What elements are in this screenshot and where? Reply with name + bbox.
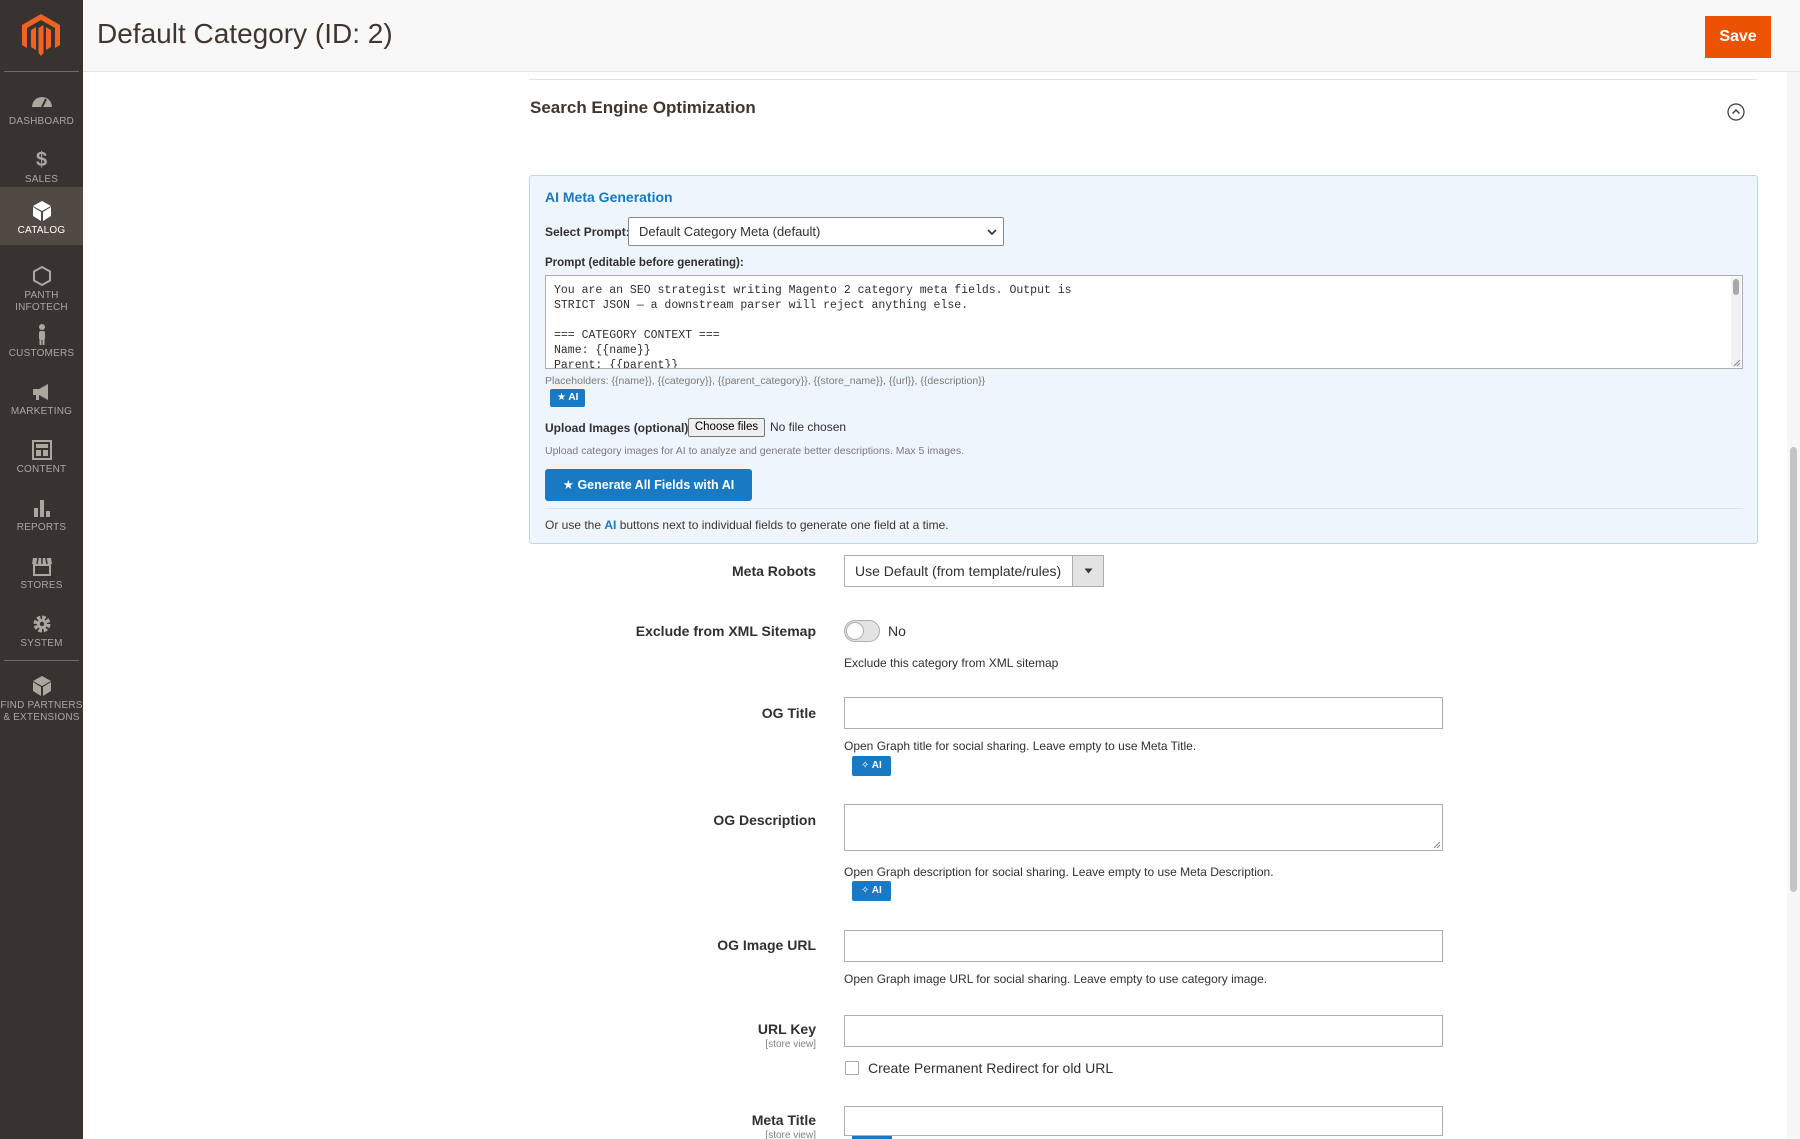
url-key-input[interactable] — [844, 1015, 1443, 1047]
sidebar-item-catalog[interactable]: CATALOG — [0, 187, 83, 245]
ai-panel-title: AI Meta Generation — [545, 189, 673, 205]
og-description-ai-button[interactable]: ✧ AI — [852, 881, 891, 901]
prompt-scrollbar[interactable] — [1731, 277, 1741, 367]
prompt-text: You are an SEO strategist writing Magent… — [554, 284, 1072, 369]
sidebar-item-label: CONTENT — [16, 464, 67, 475]
sidebar-item-system[interactable]: SYSTEM — [0, 600, 83, 656]
meta-robots-select[interactable]: Use Default (from template/rules) — [844, 555, 1104, 587]
collapse-chevron-icon[interactable] — [1727, 103, 1745, 121]
section-title[interactable]: Search Engine Optimization — [530, 98, 756, 118]
resize-grip-icon[interactable] — [1732, 358, 1741, 367]
no-file-text: No file chosen — [770, 420, 847, 434]
chevron-down-icon — [987, 229, 997, 236]
magento-logo-icon[interactable] — [22, 14, 60, 56]
og-image-url-input[interactable] — [844, 930, 1443, 962]
sidebar-item-marketing[interactable]: MARKETING — [0, 368, 83, 424]
resize-grip-icon[interactable] — [1432, 840, 1441, 849]
save-button[interactable]: Save — [1705, 16, 1771, 58]
exclude-sitemap-toggle[interactable] — [844, 620, 880, 642]
cube-icon — [32, 676, 51, 696]
person-icon — [38, 324, 45, 345]
og-title-input[interactable] — [844, 697, 1443, 729]
or-use-text: Or use the — [545, 518, 605, 532]
meta-robots-value: Use Default (from template/rules) — [855, 563, 1062, 579]
ai-meta-generation-panel: AI Meta Generation Select Prompt: Defaul… — [529, 175, 1758, 544]
sidebar-item-customers[interactable]: CUSTOMERS — [0, 310, 83, 366]
sidebar-divider — [4, 71, 79, 72]
og-title-note: Open Graph title for social sharing. Lea… — [844, 739, 1197, 753]
meta-robots-label: Meta Robots — [732, 563, 816, 579]
select-arrow[interactable] — [1072, 556, 1103, 586]
meta-title-input[interactable] — [844, 1106, 1443, 1136]
og-title-label: OG Title — [761, 705, 816, 721]
toggle-knob — [846, 622, 864, 640]
page-scrollbar[interactable] — [1787, 72, 1800, 1139]
choose-files-button[interactable]: Choose files — [688, 418, 765, 437]
or-use-text-end: buttons next to individual fields to gen… — [616, 518, 949, 532]
prompt-scrollbar-thumb[interactable] — [1733, 279, 1739, 295]
sidebar-item-find-partners[interactable]: FIND PARTNERS & EXTENSIONS — [0, 662, 83, 726]
og-description-note: Open Graph description for social sharin… — [844, 865, 1274, 879]
generate-all-button[interactable]: ★ Generate All Fields with AI — [545, 469, 752, 501]
page-header: Default Category (ID: 2) Save — [83, 0, 1800, 72]
box-icon — [32, 201, 51, 221]
prompt-ai-button[interactable]: ★ AI — [550, 389, 586, 407]
scrollbar-thumb[interactable] — [1790, 447, 1797, 892]
sidebar-item-label: REPORTS — [16, 522, 67, 533]
hexagon-icon — [32, 265, 51, 287]
prompt-select-value: Default Category Meta (default) — [639, 224, 821, 239]
url-key-label: URL Key — [757, 1021, 816, 1037]
permanent-redirect-label[interactable]: Create Permanent Redirect for old URL — [868, 1060, 1113, 1076]
sidebar-item-stores[interactable]: STORES — [0, 542, 83, 598]
url-key-scope: [store view] — [765, 1039, 816, 1050]
sidebar-item-label: SYSTEM — [20, 638, 63, 649]
sidebar-item-label: CUSTOMERS — [8, 348, 75, 359]
megaphone-icon — [32, 384, 48, 400]
meta-title-label: Meta Title — [751, 1112, 816, 1128]
panel-divider — [545, 508, 1743, 509]
dashboard-icon — [31, 97, 52, 108]
gear-icon — [33, 615, 50, 633]
sidebar-item-label: FIND PARTNERS & EXTENSIONS — [0, 700, 83, 723]
sidebar-item-label: MARKETING — [10, 406, 73, 417]
sidebar-item-label: CATALOG — [17, 225, 66, 236]
caret-down-icon — [1084, 568, 1093, 574]
section-divider — [529, 79, 1757, 80]
sidebar-item-dashboard[interactable]: DASHBOARD — [0, 78, 83, 134]
og-description-textarea[interactable] — [844, 804, 1443, 851]
store-icon — [31, 557, 52, 576]
upload-images-label: Upload Images (optional): — [545, 421, 693, 435]
exclude-sitemap-label: Exclude from XML Sitemap — [635, 623, 816, 639]
prompt-select[interactable]: Default Category Meta (default) — [628, 217, 1004, 246]
select-prompt-label: Select Prompt: — [545, 225, 630, 239]
permanent-redirect-checkbox[interactable] — [845, 1061, 859, 1075]
admin-sidebar: DASHBOARD $ SALES CATALOG PANTH INFOTECH… — [0, 0, 83, 1139]
sidebar-item-sales[interactable]: $ SALES — [0, 136, 83, 192]
meta-title-scope: [store view] — [765, 1130, 816, 1139]
toggle-state-text: No — [888, 623, 906, 639]
page-title: Default Category (ID: 2) — [97, 18, 393, 49]
prompt-textarea[interactable]: You are an SEO strategist writing Magent… — [545, 275, 1743, 369]
sidebar-item-label: DASHBOARD — [8, 116, 75, 127]
og-title-ai-button[interactable]: ✧ AI — [852, 756, 891, 776]
og-image-url-label: OG Image URL — [717, 937, 816, 953]
upload-hint: Upload category images for AI to analyze… — [545, 445, 965, 457]
layout-icon — [31, 440, 52, 460]
sidebar-divider — [4, 660, 79, 661]
or-use-ai-text: AI — [604, 518, 617, 532]
sidebar-item-label: STORES — [20, 580, 63, 591]
sidebar-item-panth-infotech[interactable]: PANTH INFOTECH — [0, 252, 83, 313]
exclude-sitemap-note: Exclude this category from XML sitemap — [844, 656, 1059, 670]
placeholders-hint: Placeholders: {{name}}, {{category}}, {{… — [545, 375, 986, 387]
og-description-label: OG Description — [713, 812, 816, 828]
dollar-icon: $ — [35, 149, 48, 171]
og-image-url-note: Open Graph image URL for social sharing.… — [844, 972, 1268, 986]
prompt-label: Prompt (editable before generating): — [545, 257, 744, 269]
sidebar-item-content[interactable]: CONTENT — [0, 426, 83, 482]
sidebar-item-reports[interactable]: REPORTS — [0, 484, 83, 540]
bar-chart-icon — [33, 500, 50, 517]
or-use-hint: Or use the AI buttons next to individual… — [545, 518, 949, 532]
sidebar-item-label: SALES — [24, 174, 59, 185]
